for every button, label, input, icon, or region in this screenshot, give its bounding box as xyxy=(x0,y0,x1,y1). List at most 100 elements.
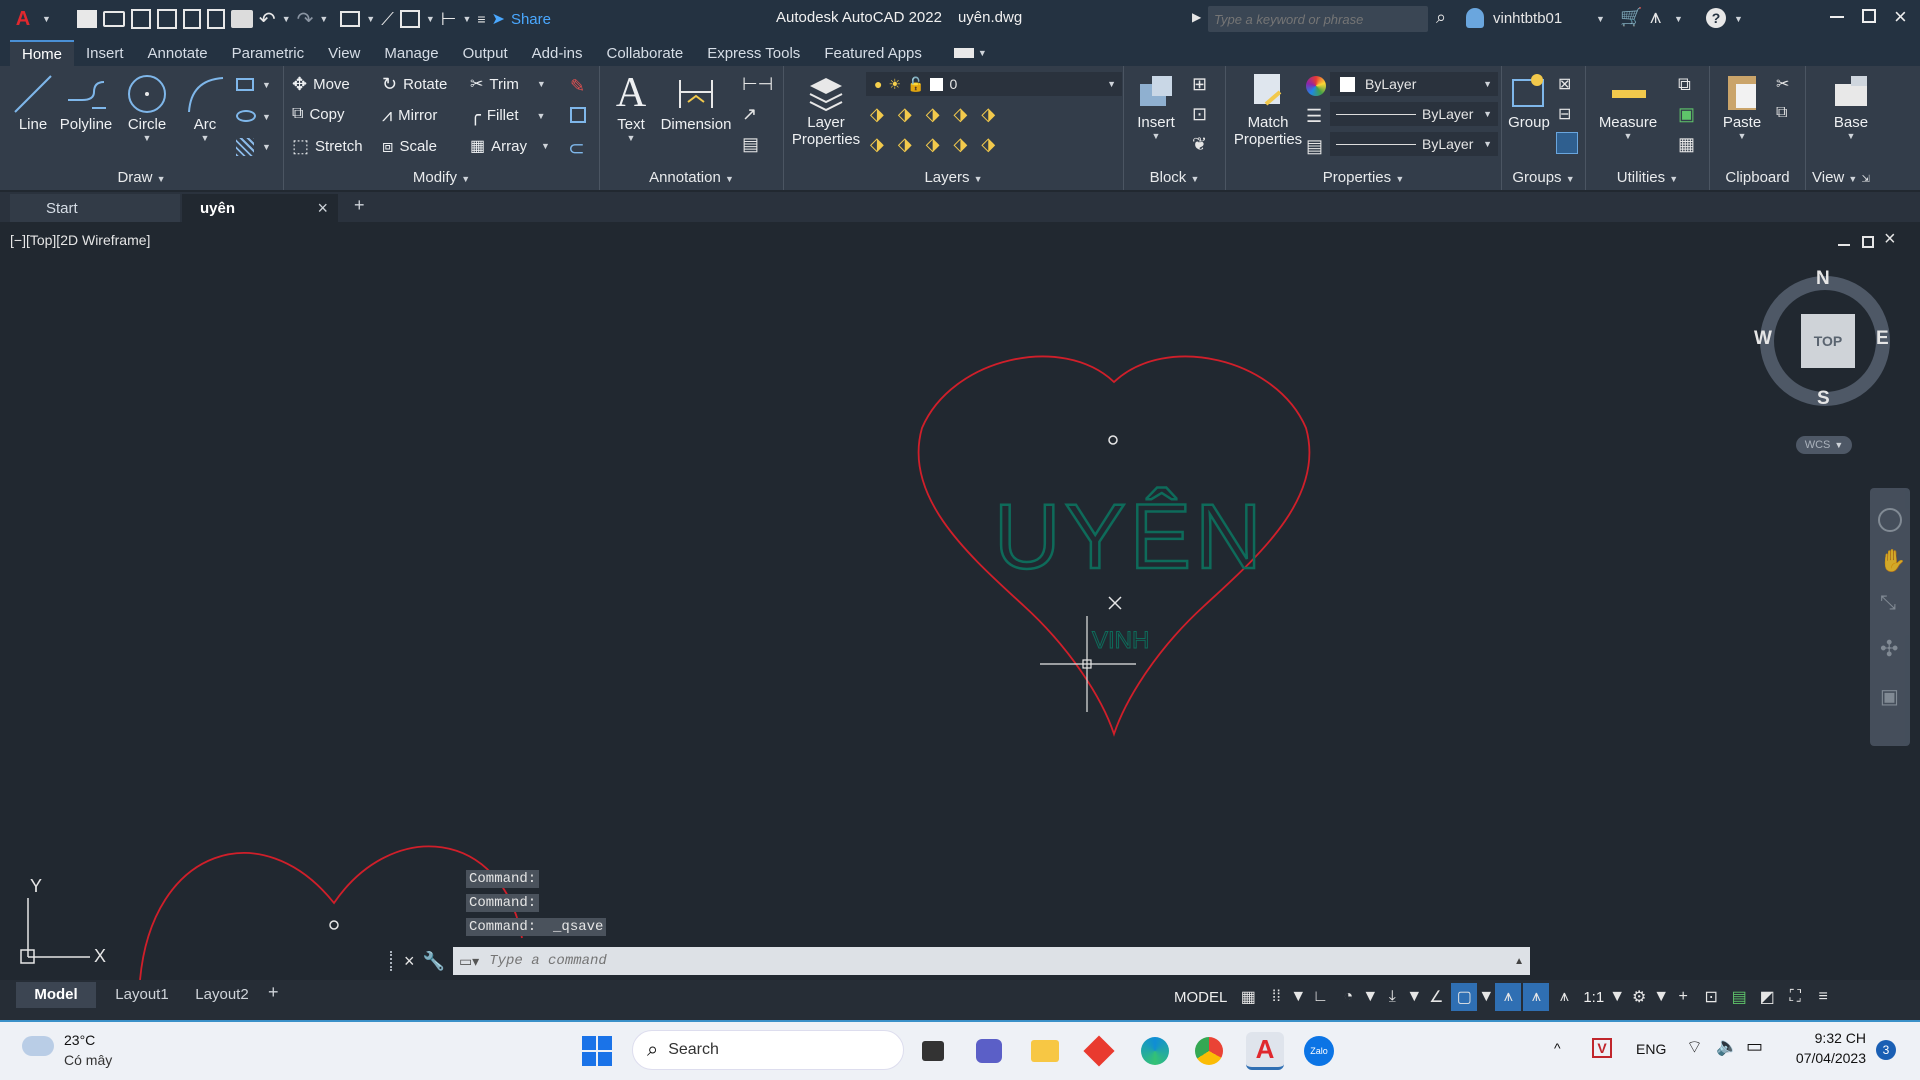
layer-tool-2-icon[interactable]: ⬗ xyxy=(898,104,912,125)
command-input-box[interactable]: ▭▾ ▲ xyxy=(452,947,1530,975)
annotation-scale-icon[interactable]: ⩚ xyxy=(1551,983,1577,1011)
help-caret-icon[interactable]: ▼ xyxy=(1734,14,1743,24)
quick-properties-icon[interactable]: ▤ xyxy=(1726,983,1752,1011)
tab-manage[interactable]: Manage xyxy=(372,40,450,66)
groups-panel-label[interactable]: Groups ▼ xyxy=(1502,169,1585,186)
layout-tab-layout1[interactable]: Layout1 xyxy=(104,982,180,1008)
autocad-logo-icon[interactable]: A xyxy=(10,8,36,31)
search-box[interactable] xyxy=(1208,6,1428,32)
tab-home[interactable]: Home xyxy=(10,40,75,66)
measure-caret-icon[interactable]: ▼ xyxy=(426,14,435,24)
quick-select-icon[interactable]: ⧉ xyxy=(1678,74,1691,95)
arc-button[interactable]: Arc ▼ xyxy=(180,72,230,143)
layer-properties-button[interactable]: Layer Properties xyxy=(788,70,864,148)
layers-panel-label[interactable]: Layers ▼ xyxy=(784,169,1123,186)
search-expand-icon[interactable]: ▶ xyxy=(1192,10,1201,24)
rectangle-caret-icon[interactable]: ▼ xyxy=(262,80,271,90)
base-button[interactable]: Base ▼ xyxy=(1818,70,1884,141)
erase-icon[interactable]: ✎ xyxy=(570,76,585,97)
mirror-button[interactable]: ⩘ Mirror xyxy=(382,105,437,126)
grid-icon[interactable]: ▦ xyxy=(1235,983,1261,1011)
search-input[interactable] xyxy=(1214,11,1414,27)
linear-dim-icon[interactable]: ⊢⊣ xyxy=(742,74,773,95)
rotate-button[interactable]: ↻ Rotate xyxy=(382,74,447,95)
scale-caret-icon[interactable]: ▼ xyxy=(1609,983,1625,1011)
ribbon-display-toggle-icon[interactable] xyxy=(953,48,974,58)
a360-icon[interactable]: ⩚ xyxy=(1650,6,1661,29)
modify-panel-label[interactable]: Modify ▼ xyxy=(284,169,599,186)
dimension-tool-icon[interactable]: ⊢ xyxy=(441,9,457,30)
a360-caret-icon[interactable]: ▼ xyxy=(1674,14,1683,24)
pan-icon[interactable]: ✋ xyxy=(1879,548,1906,574)
measure-tool-icon[interactable] xyxy=(399,10,420,28)
chrome-icon[interactable] xyxy=(1190,1032,1228,1070)
save-icon[interactable] xyxy=(130,9,151,29)
array-button[interactable]: ▦ Array ▼ xyxy=(470,136,550,156)
line-button[interactable]: Line xyxy=(10,72,56,133)
isolate-objects-icon[interactable]: ◩ xyxy=(1754,983,1780,1011)
match-properties-button[interactable]: Match Properties xyxy=(1230,70,1306,148)
scale-button[interactable]: ⧈ Scale xyxy=(382,136,437,157)
view-panel-label[interactable]: View ▼ ⇲ xyxy=(1806,169,1920,186)
move-button[interactable]: ✥ Move xyxy=(292,74,350,95)
file-explorer-icon[interactable] xyxy=(1026,1032,1064,1070)
redo-caret-icon[interactable]: ▼ xyxy=(319,14,328,24)
workspace-caret-icon[interactable]: ▼ xyxy=(1653,983,1669,1011)
compass-east[interactable]: E xyxy=(1876,328,1889,350)
autocad-taskbar-icon[interactable]: A xyxy=(1246,1032,1284,1070)
undo-caret-icon[interactable]: ▼ xyxy=(282,14,291,24)
text-button[interactable]: A Text ▼ xyxy=(606,70,656,143)
annotation-visibility-icon[interactable]: ⩚ xyxy=(1495,983,1522,1011)
transparency-icon[interactable]: ▤ xyxy=(1306,136,1323,157)
redo-icon[interactable]: ↷ xyxy=(297,7,314,32)
layer-tool-10-icon[interactable]: ⬗ xyxy=(981,134,995,155)
layer-tool-4-icon[interactable]: ⬗ xyxy=(954,104,968,125)
osnap-icon[interactable]: ▢ xyxy=(1451,983,1478,1011)
compass-south[interactable]: S xyxy=(1817,388,1830,410)
polar-icon[interactable]: ◔ xyxy=(1335,983,1361,1011)
add-layout-icon[interactable]: + xyxy=(268,982,279,1003)
save-as-icon[interactable] xyxy=(156,9,177,29)
select-window-icon[interactable] xyxy=(340,11,361,27)
edge-icon[interactable] xyxy=(1136,1032,1174,1070)
undo-icon[interactable]: ↶ xyxy=(259,7,276,32)
clock-time[interactable]: 9:32 CH xyxy=(1810,1030,1866,1046)
tab-annotate[interactable]: Annotate xyxy=(136,40,220,66)
layout-tab-model[interactable]: Model xyxy=(16,982,96,1008)
ribbon-display-caret-icon[interactable]: ▼ xyxy=(978,48,987,58)
clipboard-panel-label[interactable]: Clipboard xyxy=(1710,169,1805,186)
measure-button[interactable]: Measure ▼ xyxy=(1590,70,1666,141)
arc-caret-icon[interactable]: ▼ xyxy=(201,133,210,143)
plot-icon[interactable] xyxy=(230,10,253,28)
command-prompt-icon[interactable]: ▭▾ xyxy=(459,953,479,970)
help-icon[interactable]: ? xyxy=(1706,8,1726,28)
properties-panel-label[interactable]: Properties ▼ xyxy=(1226,169,1501,186)
lineweight-dropdown[interactable]: ByLayer ▼ xyxy=(1330,132,1498,156)
showmotion-icon[interactable]: ▣ xyxy=(1880,684,1899,709)
app-red-icon[interactable] xyxy=(1080,1032,1118,1070)
command-recent-icon[interactable]: ▲ xyxy=(1514,956,1524,967)
create-block-icon[interactable]: ⊞ xyxy=(1192,74,1207,95)
volume-icon[interactable]: 🔈 xyxy=(1716,1036,1738,1057)
layer-tool-9-icon[interactable]: ⬗ xyxy=(954,134,968,155)
new-file-icon[interactable] xyxy=(76,10,97,28)
snap-caret-icon[interactable]: ▼ xyxy=(1290,983,1306,1011)
save-web-icon[interactable] xyxy=(206,9,225,29)
leader-icon[interactable]: ↗ xyxy=(742,104,757,125)
weather-temp[interactable]: 23°C xyxy=(64,1032,95,1048)
minimize-icon[interactable] xyxy=(1830,16,1844,18)
drawing-canvas[interactable]: [−][Top][2D Wireframe] × UYÊN VINH Y X T… xyxy=(2,228,1918,980)
command-customize-icon[interactable]: 🔧 xyxy=(423,951,445,972)
annotation-panel-label[interactable]: Annotation ▼ xyxy=(600,169,783,186)
group-edit-icon[interactable]: ⊟ xyxy=(1558,104,1571,124)
osnap-caret-icon[interactable]: ▼ xyxy=(1478,983,1494,1011)
tab-featured-apps[interactable]: Featured Apps xyxy=(812,40,934,66)
annotation-monitor-icon[interactable]: + xyxy=(1670,983,1696,1011)
color-wheel-icon[interactable] xyxy=(1306,76,1326,96)
search-icon[interactable]: ⌕ xyxy=(1436,7,1446,28)
user-caret-icon[interactable]: ▼ xyxy=(1596,14,1605,24)
copy-button[interactable]: ⧉ Copy xyxy=(292,105,344,123)
layer-tool-8-icon[interactable]: ⬗ xyxy=(926,134,940,155)
layout-tab-layout2[interactable]: Layout2 xyxy=(184,982,260,1008)
taskbar-search[interactable]: ⌕ Search xyxy=(632,1030,904,1070)
